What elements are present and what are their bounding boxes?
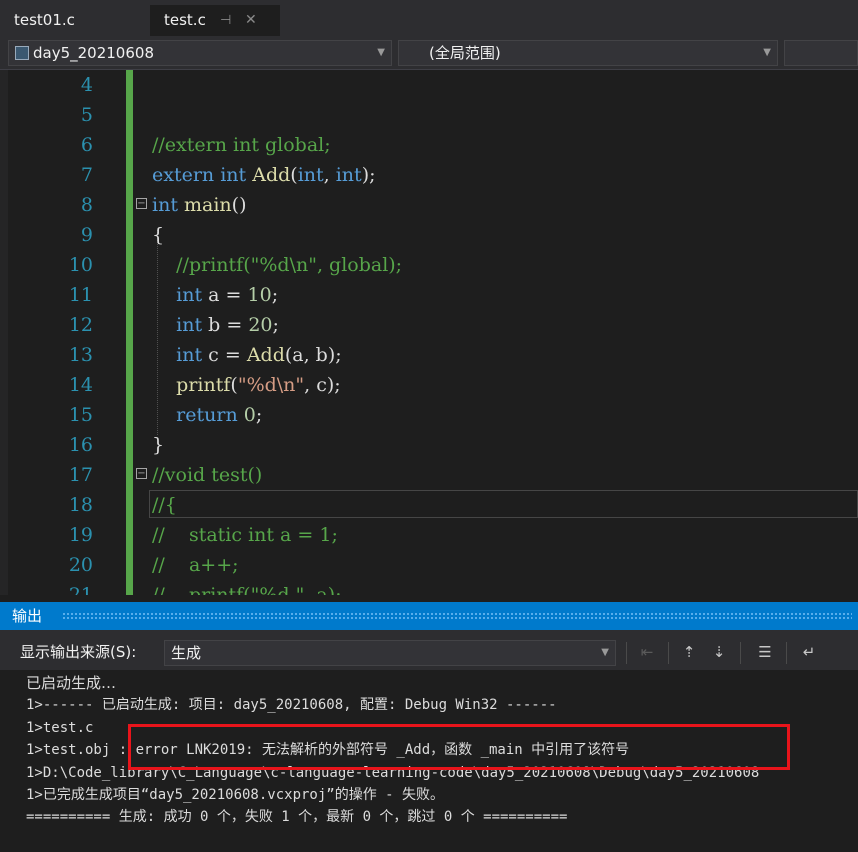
- output-line: 1>test.c: [26, 720, 94, 736]
- line-number: 6: [80, 134, 93, 156]
- line-number: 4: [80, 74, 93, 96]
- code-text: //void test(): [152, 464, 263, 486]
- code-text: //extern int global;: [152, 134, 331, 156]
- output-line: 1>------ 已启动生成: 项目: day5_20210608, 配置: D…: [26, 697, 557, 713]
- code-editor[interactable]: 4 5 6 //extern int global; 7 extern int Ad…: [0, 70, 858, 595]
- line-number: 10: [68, 254, 93, 276]
- code-line: − 17 //void test(): [0, 460, 858, 490]
- chevron-down-icon: ▼: [601, 647, 609, 658]
- project-icon: [15, 46, 29, 60]
- code-line: 13 int c = Add(a, b);: [0, 340, 858, 370]
- member-dropdown[interactable]: [784, 40, 858, 66]
- line-number: 19: [68, 524, 93, 546]
- line-number: 20: [68, 554, 93, 576]
- line-number: 14: [68, 374, 93, 396]
- line-number: 12: [68, 314, 93, 336]
- code-line: 5: [0, 100, 858, 130]
- scope-name: (全局范围): [429, 44, 501, 62]
- line-number: 21: [68, 584, 93, 595]
- project-dropdown[interactable]: day5_20210608 ▼: [8, 40, 392, 66]
- output-source-label: 显示输出来源(S):: [20, 643, 137, 661]
- toolbar-separator: [740, 642, 741, 664]
- clear-all-icon[interactable]: ☰: [754, 641, 776, 663]
- go-to-next-message-icon[interactable]: ⇣: [708, 641, 730, 663]
- line-number: 16: [68, 434, 93, 456]
- code-text: int b = 20;: [176, 314, 279, 336]
- code-text: return 0;: [176, 404, 263, 426]
- code-line: 16}: [0, 430, 858, 460]
- close-icon[interactable]: ✕: [245, 5, 257, 36]
- document-tab-bar: test01.c test.c ⊣ ✕: [0, 0, 858, 36]
- line-number: 5: [80, 104, 93, 126]
- code-line: 19 // static int a = 1;: [0, 520, 858, 550]
- code-text: printf("%d\n", c);: [176, 374, 341, 396]
- tab-label: test01.c: [14, 11, 75, 29]
- tab-test-c[interactable]: test.c ⊣ ✕: [150, 5, 280, 36]
- code-line: − 8 int main(): [0, 190, 858, 220]
- line-number: 18: [68, 494, 93, 516]
- output-source-value: 生成: [171, 644, 202, 662]
- code-line: 11 int a = 10;: [0, 280, 858, 310]
- code-text: // static int a = 1;: [152, 524, 338, 546]
- find-message-in-code-icon[interactable]: ⇤: [636, 641, 658, 663]
- code-line: 10 //printf("%d\n", global);: [0, 250, 858, 280]
- code-text: extern int Add(int, int);: [152, 164, 376, 186]
- line-number: 11: [68, 284, 93, 306]
- project-name: day5_20210608: [33, 44, 154, 62]
- code-line: 9{: [0, 220, 858, 250]
- line-number: 9: [80, 224, 93, 246]
- code-line: 14 printf("%d\n", c);: [0, 370, 858, 400]
- go-to-previous-message-icon[interactable]: ⇡: [678, 641, 700, 663]
- code-text: int main(): [152, 194, 247, 216]
- tab-label: test.c: [164, 11, 206, 29]
- fold-collapse-icon[interactable]: −: [136, 468, 147, 479]
- line-number: 8: [80, 194, 93, 216]
- code-text: // a++;: [152, 554, 239, 576]
- output-panel-header[interactable]: 输出: [0, 602, 858, 630]
- output-source-dropdown[interactable]: 生成 ▼: [164, 640, 616, 666]
- output-line: ========== 生成: 成功 0 个，失败 1 个，最新 0 个，跳过 0…: [26, 809, 568, 825]
- code-line: 15 return 0;: [0, 400, 858, 430]
- code-line: 20 // a++;: [0, 550, 858, 580]
- chevron-down-icon: ▼: [763, 47, 771, 58]
- line-number: 17: [68, 464, 93, 486]
- code-line: 4: [0, 70, 858, 100]
- output-line: 已启动生成…: [26, 674, 117, 692]
- line-number: 7: [80, 164, 93, 186]
- code-line: 6 //extern int global;: [0, 130, 858, 160]
- toolbar-separator: [786, 642, 787, 664]
- pin-icon[interactable]: ⊣: [220, 5, 231, 36]
- line-number: 13: [68, 344, 93, 366]
- line-number: 15: [68, 404, 93, 426]
- code-text: {: [152, 224, 165, 246]
- tab-test01-c[interactable]: test01.c: [0, 5, 150, 36]
- code-line: 7 extern int Add(int, int);: [0, 160, 858, 190]
- code-text: //printf("%d\n", global);: [176, 254, 403, 276]
- drag-grip[interactable]: [62, 612, 852, 620]
- chevron-down-icon: ▼: [377, 47, 385, 58]
- error-highlight-box: [128, 724, 790, 770]
- toolbar-separator: [626, 642, 627, 664]
- code-text: int c = Add(a, b);: [176, 344, 342, 366]
- code-text: int a = 10;: [176, 284, 279, 306]
- code-text: }: [152, 434, 165, 456]
- code-text: //{: [152, 494, 177, 516]
- fold-collapse-icon[interactable]: −: [136, 198, 147, 209]
- scope-dropdown[interactable]: (全局范围) ▼: [398, 40, 778, 66]
- toolbar-separator: [668, 642, 669, 664]
- output-panel-title: 输出: [12, 607, 43, 625]
- code-line: 12 int b = 20;: [0, 310, 858, 340]
- code-text: // printf("%d ", a);: [152, 584, 342, 595]
- code-line: 21 // printf("%d ", a);: [0, 580, 858, 595]
- toggle-word-wrap-icon[interactable]: ↵: [798, 641, 820, 663]
- output-toolbar: 显示输出来源(S): 生成 ▼ ⇤ ⇡ ⇣ ☰ ↵: [0, 630, 858, 670]
- output-line: 1>已完成生成项目“day5_20210608.vcxproj”的操作 - 失败…: [26, 787, 445, 803]
- navigation-bar: day5_20210608 ▼ (全局范围) ▼: [0, 36, 858, 70]
- code-line: 18 //{: [0, 490, 858, 520]
